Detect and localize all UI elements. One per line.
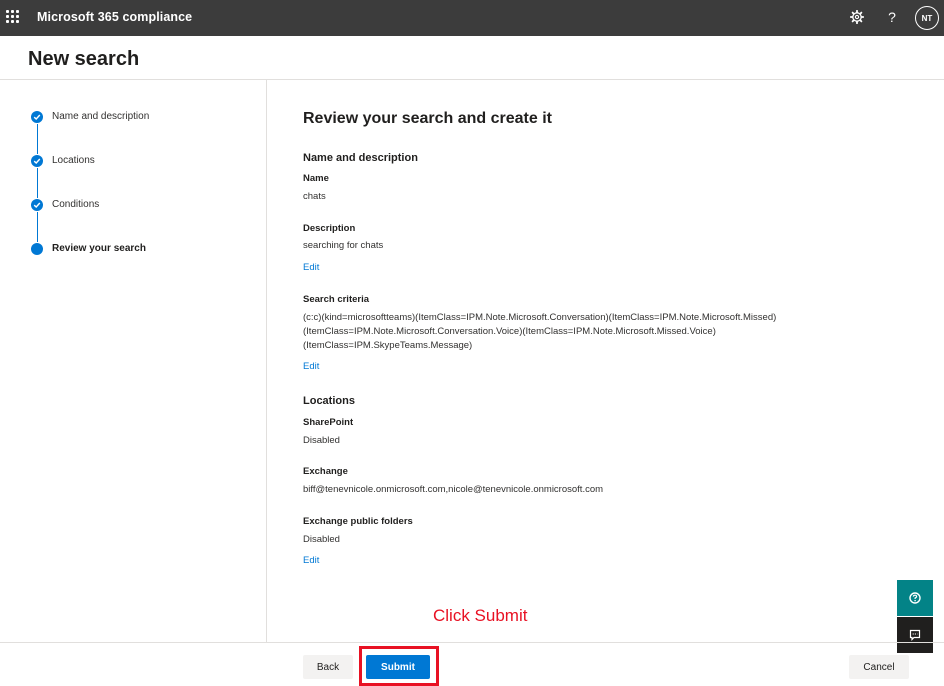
checkmark-icon: [31, 111, 43, 123]
sharepoint-label: SharePoint: [303, 417, 354, 428]
step-label: Conditions: [52, 199, 100, 210]
search-criteria-line: (c:c)(kind=microsoftteams)(ItemClass=IPM…: [303, 312, 777, 323]
step-connector: [36, 212, 38, 242]
exchange-label: Exchange: [303, 466, 348, 477]
name-value: chats: [303, 191, 326, 202]
app-title[interactable]: Microsoft 365 compliance: [37, 10, 192, 24]
review-heading: Review your search and create it: [303, 110, 552, 127]
feedback-icon: [909, 629, 921, 641]
question-circle-icon: [909, 592, 921, 604]
step-connector: [36, 168, 38, 198]
waffle-icon[interactable]: [6, 10, 20, 24]
step-label: Name and description: [52, 111, 150, 122]
annotation-click-submit: Click Submit: [433, 606, 528, 625]
back-button[interactable]: Back: [303, 655, 353, 679]
top-bar: Microsoft 365 compliance ? NT: [0, 0, 944, 36]
checkmark-icon: [31, 199, 43, 211]
section-locations: Locations: [303, 395, 355, 407]
exchange-value: biff@tenevnicole.onmicrosoft.com,nicole@…: [303, 484, 604, 495]
submit-button[interactable]: Submit: [366, 655, 430, 679]
gear-icon[interactable]: [848, 8, 866, 26]
footer-divider: [0, 642, 944, 643]
step-locations[interactable]: Locations: [30, 154, 250, 170]
step-label: Locations: [52, 155, 95, 166]
edit-criteria-link[interactable]: Edit: [303, 361, 319, 372]
checkmark-icon: [31, 155, 43, 167]
cancel-button[interactable]: Cancel: [849, 655, 909, 679]
public-folders-label: Exchange public folders: [303, 516, 413, 527]
public-folders-value: Disabled: [303, 534, 340, 545]
current-step-dot: [31, 243, 43, 255]
help-icon[interactable]: ?: [883, 8, 901, 26]
help-button[interactable]: [897, 580, 933, 616]
edit-locations-link[interactable]: Edit: [303, 555, 319, 566]
search-criteria-label: Search criteria: [303, 294, 370, 305]
edit-name-link[interactable]: Edit: [303, 262, 319, 273]
step-connector: [36, 124, 38, 154]
page-title: New search: [28, 48, 140, 70]
name-label: Name: [303, 173, 329, 184]
feedback-button[interactable]: [897, 617, 933, 653]
avatar[interactable]: NT: [915, 6, 939, 30]
panel-divider: [266, 80, 267, 642]
search-criteria-line: (ItemClass=IPM.Note.Microsoft.Conversati…: [303, 326, 716, 337]
header-divider: [0, 79, 944, 80]
step-label: Review your search: [52, 243, 146, 254]
sharepoint-value: Disabled: [303, 435, 340, 446]
description-label: Description: [303, 223, 356, 234]
search-criteria-line: (ItemClass=IPM.SkypeTeams.Message): [303, 340, 473, 351]
description-value: searching for chats: [303, 240, 384, 251]
section-name-and-description: Name and description: [303, 152, 418, 164]
step-conditions[interactable]: Conditions: [30, 198, 250, 214]
step-review-your-search[interactable]: Review your search: [30, 242, 250, 258]
step-name-and-description[interactable]: Name and description: [30, 110, 250, 126]
